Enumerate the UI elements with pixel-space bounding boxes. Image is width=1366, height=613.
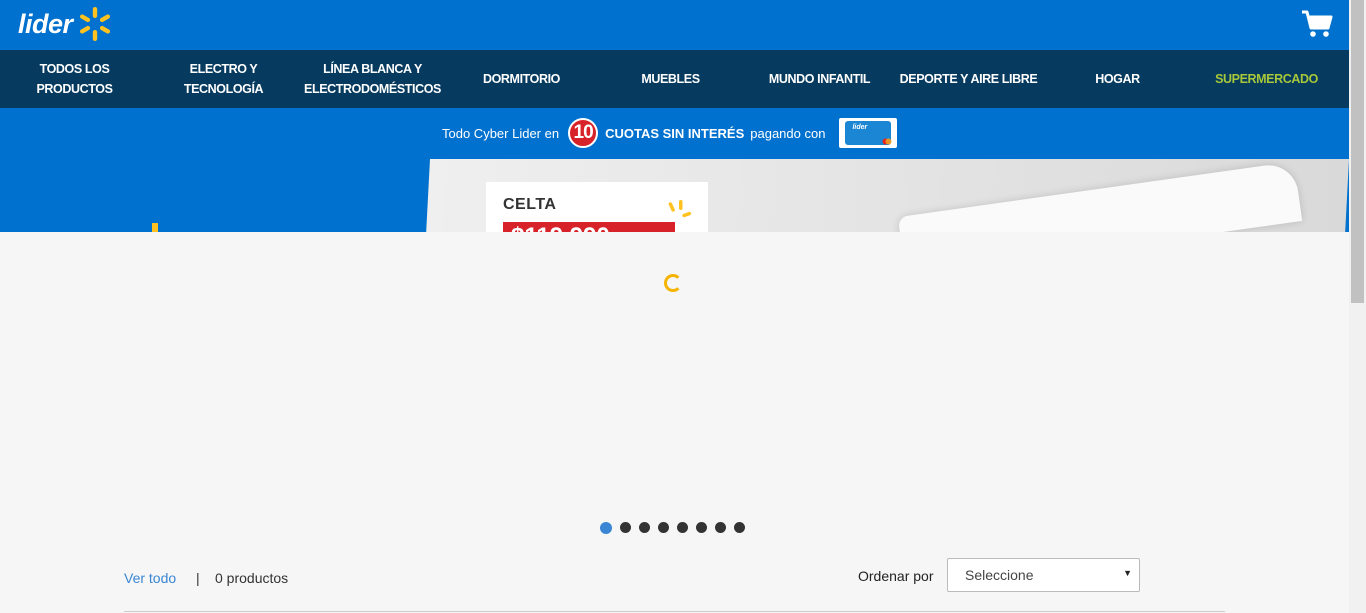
carousel-dot[interactable]	[639, 522, 650, 533]
nav-item-electro-tecnologia[interactable]: ELECTRO Y TECNOLOGÍA	[149, 50, 298, 108]
card-brand-icon	[882, 138, 892, 145]
lider-card-icon: lider	[839, 118, 898, 148]
separator: |	[196, 570, 200, 586]
carousel-dot[interactable]	[600, 521, 612, 534]
product-count: 0 productos	[215, 570, 289, 586]
nav-item-todos-los-productos[interactable]: TODOS LOS PRODUCTOS	[0, 50, 149, 108]
promo-content: Todo Cyber Lider en 10 CUOTAS SIN INTERÉ…	[442, 118, 898, 148]
product-name: CELTA	[503, 196, 557, 213]
hero-banner[interactable]: CELTA $119.990	[0, 159, 1349, 232]
site-header: lider	[0, 0, 1349, 50]
carousel-dot[interactable]	[658, 522, 669, 533]
nav-item-hogar[interactable]: HOGAR	[1043, 50, 1192, 108]
nav-item-linea-blanca[interactable]: LÍNEA BLANCA Y ELECTRODOMÉSTICOS	[298, 50, 447, 108]
results-toolbar: Ver todo | 0 productos Ordenar por Selec…	[124, 558, 1140, 596]
carousel-dot[interactable]	[620, 522, 631, 533]
promo-text-after: pagando con	[750, 125, 826, 141]
promo-bold-text: CUOTAS SIN INTERÉS	[605, 125, 745, 141]
spark-icon	[79, 7, 110, 41]
page-scrollbar[interactable]	[1349, 0, 1366, 613]
nav-item-dormitorio[interactable]: DORMITORIO	[447, 50, 596, 108]
carousel-dot[interactable]	[734, 522, 745, 533]
loading-spinner-icon	[664, 274, 682, 292]
product-price: $119.990	[503, 222, 675, 232]
spark-icon	[668, 200, 692, 218]
carousel-dot[interactable]	[677, 522, 688, 533]
cart-icon[interactable]	[1301, 9, 1333, 39]
scrollbar-thumb[interactable]	[1351, 0, 1364, 303]
ver-todo-link[interactable]: Ver todo	[124, 570, 176, 586]
installments-badge: 10	[568, 118, 599, 148]
nav-item-supermercado[interactable]: SUPERMERCADO	[1192, 50, 1341, 108]
category-nav: TODOS LOS PRODUCTOS ELECTRO Y TECNOLOGÍA L…	[0, 50, 1349, 108]
nav-item-mundo-infantil[interactable]: MUNDO INFANTIL	[745, 50, 894, 108]
carousel-dot[interactable]	[715, 522, 726, 533]
sort-select[interactable]: Seleccione ▼	[947, 558, 1140, 592]
logo-text: lider	[18, 8, 73, 39]
dropdown-arrow-icon: ▼	[1123, 568, 1132, 578]
promo-text-before: Todo Cyber Lider en	[442, 125, 560, 141]
carousel-dots	[600, 521, 753, 534]
sort-label: Ordenar por	[858, 568, 934, 584]
banner-accent	[152, 223, 158, 232]
lider-logo[interactable]: lider	[18, 4, 113, 44]
nav-item-muebles[interactable]: MUEBLES	[596, 50, 745, 108]
divider	[124, 611, 1225, 612]
promo-bar[interactable]: Todo Cyber Lider en 10 CUOTAS SIN INTERÉ…	[0, 108, 1349, 159]
product-card: CELTA $119.990	[486, 182, 708, 232]
sort-selected-value: Seleccione	[965, 567, 1034, 583]
nav-item-deporte-aire-libre[interactable]: DEPORTE Y AIRE LIBRE	[894, 50, 1043, 108]
carousel-dot[interactable]	[696, 522, 707, 533]
